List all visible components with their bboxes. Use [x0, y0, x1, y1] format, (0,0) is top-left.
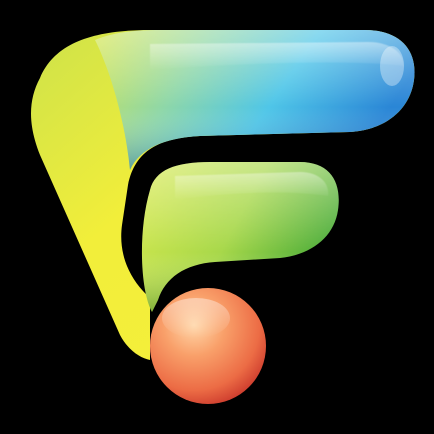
app-icon: [0, 0, 434, 434]
f-top-end-highlight: [380, 46, 404, 86]
f-logo-icon: [0, 0, 434, 434]
f-ball-gloss: [162, 298, 230, 338]
